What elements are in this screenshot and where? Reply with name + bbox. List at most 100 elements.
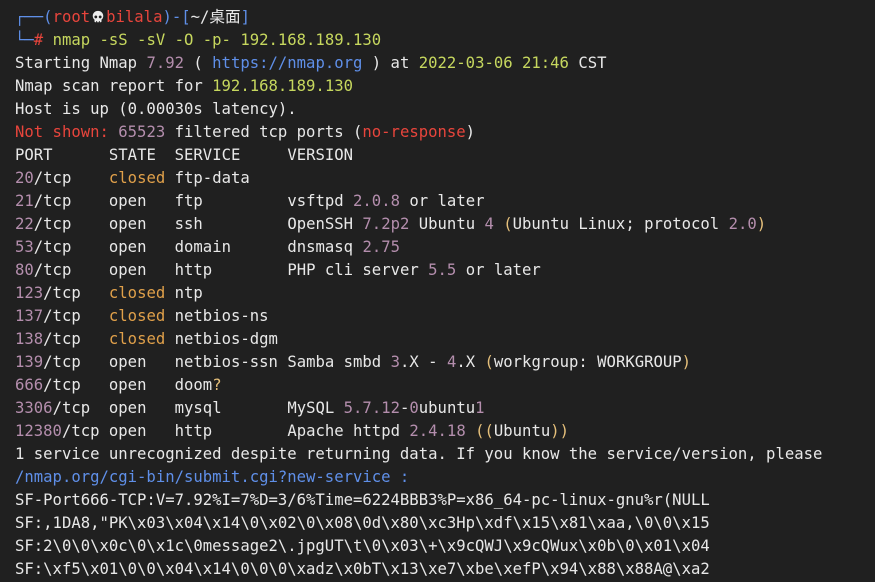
table-row: 137/tcp closed netbios-ns xyxy=(15,305,269,328)
scan-tz: CST xyxy=(568,54,607,72)
url-close: ) at xyxy=(362,54,419,72)
port-number: 80 xyxy=(15,261,34,279)
sf-line-2: SF:,1DA8,"PK\x03\x04\x14\0\x02\0\x08\0d\… xyxy=(15,514,710,532)
port-state: open xyxy=(108,192,147,210)
table-header: PORT STATE SERVICE VERSION xyxy=(15,144,353,167)
port-service: netbios-ssn xyxy=(174,353,278,371)
port-service: http xyxy=(174,261,213,279)
port-state: open xyxy=(108,215,147,233)
table-row: 139/tcp open netbios-ssn Samba smbd 3.X … xyxy=(15,351,691,374)
port-number: 666 xyxy=(15,376,44,394)
port-state: open xyxy=(108,376,147,394)
scan-report-label: Nmap scan report for xyxy=(15,77,213,95)
port-proto: /tcp xyxy=(33,215,72,233)
port-proto: /tcp xyxy=(33,192,72,210)
prompt-user: root xyxy=(52,8,91,26)
prompt-close: )-[ xyxy=(162,8,191,26)
table-row: 123/tcp closed ntp xyxy=(15,282,203,305)
port-service: domain xyxy=(174,238,231,256)
port-state: closed xyxy=(108,307,166,325)
command-line[interactable]: └─# nmap -sS -sV -O -p- 192.168.189.130 xyxy=(15,29,381,52)
port-service: mysql xyxy=(174,399,222,417)
skull-icon xyxy=(92,10,104,23)
unrecognized-line: 1 service unrecognized despite returning… xyxy=(15,445,823,463)
table-row: 80/tcp open http PHP cli server 5.5 or l… xyxy=(15,259,541,282)
submit-url[interactable]: /nmap.org/cgi-bin/submit.cgi?new-service… xyxy=(15,466,409,489)
paren-close: ) xyxy=(465,123,476,141)
prompt-end: ] xyxy=(240,8,250,26)
scan-report-line: Nmap scan report for 192.168.189.130 xyxy=(15,75,353,98)
port-version: Apache httpd 2.4.18 ((Ubuntu)) xyxy=(287,422,570,440)
table-row: 21/tcp open ftp vsftpd 2.0.8 or later xyxy=(15,190,484,213)
prompt-line-1: ┌──(root bilala)-[~/桌面] xyxy=(15,6,250,29)
port-service: doom? xyxy=(174,376,222,394)
port-version: dnsmasq 2.75 xyxy=(287,238,400,256)
port-version: MySQL 5.7.12-0ubuntu1 xyxy=(287,399,485,417)
port-state: open xyxy=(108,238,147,256)
header-service: SERVICE xyxy=(174,146,241,164)
port-proto: /tcp xyxy=(33,169,72,187)
table-row: 12380/tcp open http Apache httpd 2.4.18 … xyxy=(15,420,569,443)
target-ip: 192.168.189.130 xyxy=(212,77,353,95)
port-state: open xyxy=(108,353,147,371)
header-port: PORT xyxy=(15,146,53,164)
nmap-version: 7.92 xyxy=(146,54,184,72)
port-number: 22 xyxy=(15,215,34,233)
not-shown-rest: filtered tcp ports ( xyxy=(165,123,363,141)
port-state: closed xyxy=(108,330,166,348)
port-proto: /tcp xyxy=(43,376,81,394)
port-state: closed xyxy=(108,284,166,302)
table-row: 20/tcp closed ftp-data xyxy=(15,167,250,190)
not-shown-line: Not shown: 65523 filtered tcp ports (no-… xyxy=(15,121,475,144)
terminal-window[interactable]: ┌──(root bilala)-[~/桌面] └─# nmap -sS -sV … xyxy=(0,0,875,582)
nmap-url[interactable]: https://nmap.org xyxy=(212,54,362,72)
port-state: open xyxy=(108,422,147,440)
port-proto: /tcp xyxy=(43,284,81,302)
not-shown-label: Not shown: xyxy=(15,123,109,141)
table-row: 3306/tcp open mysql MySQL 5.7.12-0ubuntu… xyxy=(15,397,485,420)
table-row: 22/tcp open ssh OpenSSH 7.2p2 Ubuntu 4 (… xyxy=(15,213,766,236)
port-version: OpenSSH 7.2p2 Ubuntu 4 (Ubuntu Linux; pr… xyxy=(287,215,767,233)
not-shown-count: 65523 xyxy=(108,123,166,141)
header-state: STATE xyxy=(108,146,156,164)
port-service: http xyxy=(174,422,213,440)
port-proto: /tcp xyxy=(61,422,100,440)
table-row: 666/tcp open doom? xyxy=(15,374,222,397)
sf-line-4: SF:\xf5\x01\0\0\x04\x14\0\0\0\xadz\x0bT\… xyxy=(15,560,710,578)
table-row: 138/tcp closed netbios-dgm xyxy=(15,328,278,351)
port-number: 123 xyxy=(15,284,44,302)
command-text: nmap -sS -sV -O -p- 192.168.189.130 xyxy=(52,31,382,49)
prompt-prefix: └─ xyxy=(15,31,34,49)
port-service: ftp-data xyxy=(174,169,250,187)
sf-line-3: SF:2\0\0\x0c\0\x1c\0message2\.jpgUT\t\0\… xyxy=(15,537,710,555)
header-version: VERSION xyxy=(287,146,354,164)
port-number: 53 xyxy=(15,238,34,256)
port-proto: /tcp xyxy=(33,238,72,256)
port-service: netbios-dgm xyxy=(174,330,278,348)
port-number: 137 xyxy=(15,307,44,325)
url-open: ( xyxy=(184,54,213,72)
port-number: 12380 xyxy=(15,422,62,440)
starting-line: Starting Nmap 7.92 ( https://nmap.org ) … xyxy=(15,52,607,75)
port-number: 20 xyxy=(15,169,34,187)
port-proto: /tcp xyxy=(43,307,81,325)
port-number: 21 xyxy=(15,192,34,210)
port-proto: /tcp xyxy=(33,261,72,279)
port-service: ntp xyxy=(174,284,203,302)
port-version: Samba smbd 3.X - 4.X (workgroup: WORKGRO… xyxy=(287,353,692,371)
scan-date: 2022-03-06 21:46 xyxy=(418,54,569,72)
port-state: open xyxy=(108,399,147,417)
port-version: vsftpd 2.0.8 or later xyxy=(287,192,485,210)
port-service: netbios-ns xyxy=(174,307,269,325)
port-number: 139 xyxy=(15,353,44,371)
port-service: ssh xyxy=(174,215,203,233)
prompt-host: bilala xyxy=(106,8,163,26)
no-response: no-response xyxy=(362,123,466,141)
table-row: 53/tcp open domain dnsmasq 2.75 xyxy=(15,236,400,259)
port-service: ftp xyxy=(174,192,203,210)
prompt-dir: ~/桌面 xyxy=(190,8,241,26)
prompt-open: ┌──( xyxy=(15,8,53,26)
prompt-hash: # xyxy=(33,31,44,49)
port-version: PHP cli server 5.5 or later xyxy=(287,261,541,279)
host-up-line: Host is up (0.00030s latency). xyxy=(15,100,297,118)
